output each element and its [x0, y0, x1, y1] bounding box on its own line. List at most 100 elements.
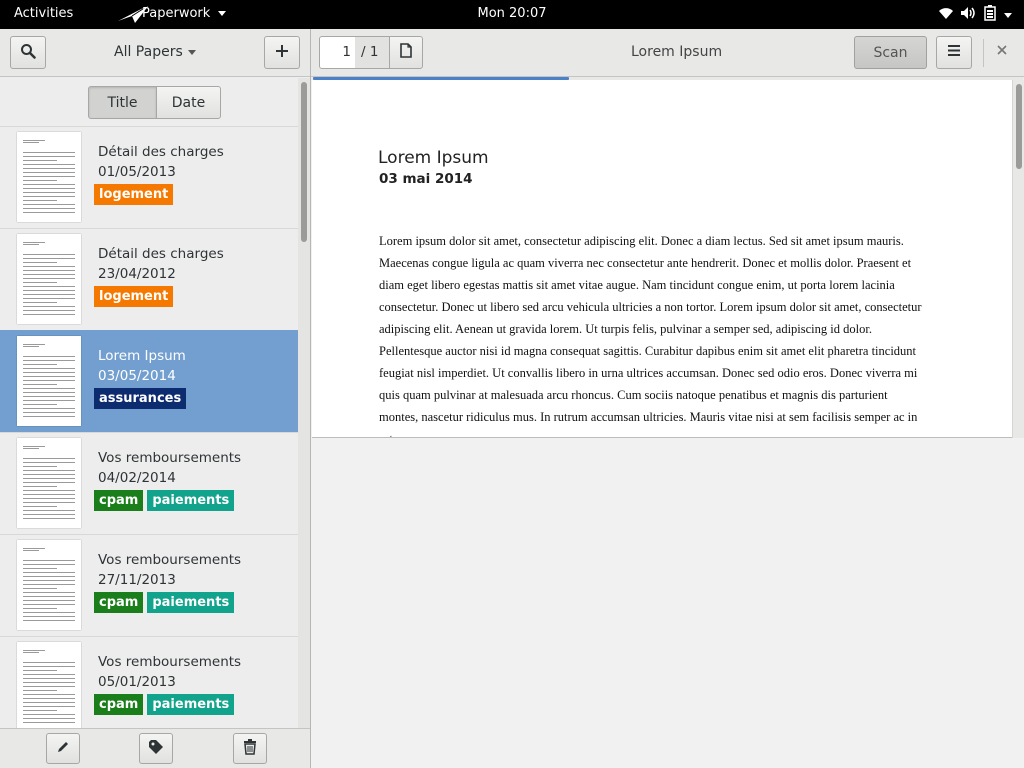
thumbnail-text-line	[23, 400, 75, 401]
thumbnail-text-line	[23, 286, 75, 287]
tag-badge[interactable]: cpam	[94, 592, 144, 613]
document-item-date: 05/01/2013	[98, 674, 176, 690]
thumbnail-text-line	[23, 298, 75, 299]
thumbnail-text-line	[23, 262, 57, 263]
document-list-item[interactable]: Détail des charges 23/04/2012 logement	[0, 228, 298, 330]
tag-badge[interactable]: paiements	[147, 694, 235, 715]
document-item-tags: logement	[94, 286, 174, 307]
tag-badge[interactable]: cpam	[94, 694, 144, 715]
document-page-icon	[400, 43, 412, 62]
thumbnail-text-line	[23, 196, 75, 197]
document-list-item[interactable]: Vos remboursements 04/02/2014 cpam paiement…	[0, 432, 298, 534]
sidebar-header: All Papers	[0, 29, 310, 77]
edit-button[interactable]	[46, 733, 80, 764]
tag-badge[interactable]: cpam	[94, 490, 144, 511]
delete-button[interactable]	[233, 733, 267, 764]
thumbnail-text-line	[23, 380, 75, 381]
scrollbar-thumb[interactable]	[1016, 84, 1022, 169]
thumbnail-text-line	[23, 160, 57, 161]
thumbnail-text-line	[23, 686, 75, 687]
tag-badge[interactable]: logement	[94, 286, 174, 307]
thumbnail-text-line	[23, 502, 75, 503]
page-date: 03 mai 2014	[379, 171, 473, 187]
sort-by-title-button[interactable]: Title	[88, 86, 157, 119]
thumbnail-text-line	[23, 714, 75, 715]
thumbnail-text-line	[23, 180, 57, 181]
app-name: Paperwork	[142, 6, 211, 21]
document-list-item[interactable]: Vos remboursements 27/11/2013 cpam paiement…	[0, 534, 298, 636]
thumbnail-text-line	[23, 212, 75, 213]
thumbnail-text-line	[23, 282, 57, 283]
thumbnail-text-line	[23, 576, 75, 577]
thumbnail-text-line	[23, 482, 75, 483]
page-number-input[interactable]: 1	[319, 36, 356, 69]
thumbnail-text-line	[23, 550, 39, 551]
thumbnail-text-line	[23, 506, 57, 507]
document-list-item[interactable]: Détail des charges 01/05/2013 logement	[0, 126, 298, 228]
thumbnail-text-line	[23, 152, 75, 153]
volume-icon	[960, 6, 978, 24]
thumbnail-text-line	[23, 662, 75, 663]
document-list-item[interactable]: Lorem Ipsum 03/05/2014 assurances	[0, 330, 298, 432]
thumbnail-text-line	[23, 396, 75, 397]
document-list: Détail des charges 01/05/2013 logement Déta…	[0, 126, 298, 728]
close-button[interactable]	[994, 43, 1010, 59]
thumbnail-text-line	[23, 706, 75, 707]
thumbnail-text-line	[23, 670, 57, 671]
thumbnail-text-line	[23, 510, 75, 511]
tag-badge[interactable]: paiements	[147, 490, 235, 511]
document-viewer[interactable]: Lorem Ipsum 03 mai 2014 Lorem ipsum dolo…	[311, 80, 1024, 768]
thumbnail-text-line	[23, 408, 75, 409]
thumbnail-text-line	[23, 204, 75, 205]
activities-button[interactable]: Activities	[14, 6, 73, 21]
sort-toggle: Title Date	[0, 78, 298, 126]
thumbnail-text-line	[23, 564, 75, 565]
thumbnail-text-line	[23, 518, 75, 519]
thumbnail-text-line	[23, 494, 75, 495]
add-document-button[interactable]	[264, 36, 300, 69]
viewer-scrollbar[interactable]	[1012, 80, 1024, 438]
thumbnail-text-line	[23, 490, 75, 491]
tags-button[interactable]	[139, 733, 173, 764]
wifi-icon	[938, 6, 954, 24]
thumbnail-text-line	[23, 580, 75, 581]
thumbnail-text-line	[23, 652, 39, 653]
thumbnail-text-line	[23, 682, 75, 683]
filter-dropdown[interactable]: All Papers	[114, 44, 183, 60]
scan-button[interactable]: Scan	[854, 36, 927, 69]
menu-button[interactable]	[936, 36, 972, 69]
thumbnail-text-line	[23, 548, 45, 549]
thumbnail-text-line	[23, 258, 75, 259]
search-button[interactable]	[10, 36, 46, 69]
thumbnail-text-line	[23, 514, 75, 515]
thumbnail-text-line	[23, 498, 75, 499]
page-view-button[interactable]	[389, 36, 423, 69]
sidebar-scrollbar[interactable]	[298, 78, 310, 728]
document-item-tags: cpam paiements	[94, 490, 235, 511]
thumbnail-text-line	[23, 446, 45, 447]
document-thumbnail	[17, 132, 81, 222]
thumbnail-text-line	[23, 690, 57, 691]
tag-badge[interactable]: logement	[94, 184, 174, 205]
system-tray[interactable]	[938, 5, 1012, 24]
document-item-title: Vos remboursements	[98, 654, 242, 670]
document-item-tags: logement	[94, 184, 174, 205]
chevron-down-icon	[188, 50, 196, 55]
document-item-title: Détail des charges	[98, 144, 224, 160]
document-item-date: 23/04/2012	[98, 266, 176, 282]
scrollbar-thumb[interactable]	[301, 82, 307, 242]
thumbnail-text-line	[23, 270, 75, 271]
tag-badge[interactable]: assurances	[94, 388, 187, 409]
thumbnail-text-line	[23, 592, 75, 593]
thumbnail-text-line	[23, 466, 57, 467]
thumbnail-text-line	[23, 416, 75, 417]
sort-by-date-button[interactable]: Date	[156, 86, 221, 119]
tag-badge[interactable]: paiements	[147, 592, 235, 613]
thumbnail-text-line	[23, 184, 75, 185]
thumbnail-text-line	[23, 478, 75, 479]
document-list-item[interactable]: Vos remboursements 05/01/2013 cpam paiement…	[0, 636, 298, 728]
thumbnail-text-line	[23, 388, 75, 389]
thumbnail-text-line	[23, 612, 75, 613]
sidebar-footer	[0, 728, 310, 768]
thumbnail-text-line	[23, 404, 57, 405]
